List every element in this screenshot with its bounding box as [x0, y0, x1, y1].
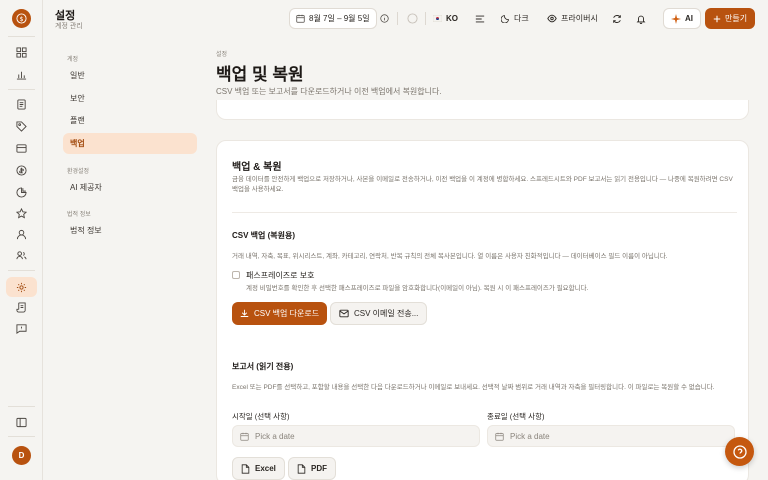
passphrase-description: 계정 비밀번호를 확인한 후 선택한 패스프레이즈로 파일을 암호화합니다(이메…	[246, 285, 589, 292]
end-date-picker[interactable]: Pick a date	[487, 425, 735, 447]
report-section-description: Excel 또는 PDF를 선택하고, 포함할 내용을 선택한 다음 다운로드하…	[232, 384, 715, 391]
end-date-label: 종료일 (선택 사항)	[487, 412, 545, 421]
archive-icon[interactable]	[13, 140, 30, 157]
date-range-button[interactable]: 8월 7일 – 9월 5일	[289, 8, 377, 29]
chat-bubble-icon[interactable]	[13, 320, 30, 337]
start-date-placeholder: Pick a date	[255, 431, 295, 441]
rail-divider	[8, 436, 35, 437]
toolbar-divider	[397, 12, 398, 25]
section-divider	[232, 212, 737, 213]
ai-button[interactable]: AI	[663, 8, 701, 29]
svg-text:$: $	[19, 15, 23, 23]
theme-label: 다크	[514, 14, 529, 23]
end-date-placeholder: Pick a date	[510, 431, 550, 441]
app-logo[interactable]: $	[12, 9, 31, 28]
download-icon	[240, 309, 249, 317]
users-icon[interactable]	[13, 247, 30, 264]
email-csv-button[interactable]: CSV 이메일 전송...	[330, 302, 428, 325]
download-csv-button[interactable]: CSV 백업 다운로드	[232, 302, 328, 325]
date-range-label: 8월 7일 – 9월 5일	[309, 14, 370, 23]
ai-label: AI	[685, 14, 693, 23]
top-bar: 설정 계정 관리 8월 7일 – 9월 5일 KO 다크 프라이버시 AI 만들…	[43, 0, 768, 38]
language-label: KO	[446, 14, 458, 23]
dollar-coin-icon: $	[16, 13, 27, 24]
language-selector[interactable]: KO	[433, 9, 458, 28]
settings-gear-icon[interactable]	[6, 277, 37, 297]
app-subtitle: 계정 관리	[55, 23, 83, 30]
document-icon[interactable]	[13, 96, 30, 113]
excel-button[interactable]: Excel	[232, 457, 285, 480]
previous-card-bottom	[216, 100, 749, 120]
subnav-group-account: 계정	[67, 57, 79, 63]
sparkle-icon	[671, 13, 681, 24]
create-button[interactable]: 만들기	[705, 8, 756, 29]
subnav-group-preferences: 환경설정	[67, 169, 90, 175]
calendar-icon	[495, 432, 504, 441]
page-title: 백업 및 복원	[216, 65, 304, 84]
settings-subnav: 계정 일반 보안 플랜 백업 환경설정 AI 제공자 법적 정보 법적 정보	[43, 38, 207, 480]
subnav-item-security[interactable]: 보안	[63, 88, 197, 109]
subnav-group-legal: 법적 정보	[67, 212, 91, 218]
bar-chart-icon[interactable]	[13, 66, 30, 83]
info-icon[interactable]	[380, 9, 389, 28]
user-icon[interactable]	[13, 226, 30, 243]
download-csv-label: CSV 백업 다운로드	[254, 309, 320, 318]
help-button[interactable]	[725, 437, 754, 466]
currency-icon[interactable]	[13, 162, 30, 179]
subnav-item-legal[interactable]: 법적 정보	[63, 220, 197, 241]
toolbar-divider	[425, 12, 426, 25]
icon-rail: $ D	[0, 0, 43, 480]
rail-divider	[8, 89, 35, 90]
calendar-icon	[296, 14, 305, 23]
email-csv-label: CSV 이메일 전송...	[354, 309, 419, 318]
backup-restore-card: 백업 & 복원 금융 데이터를 안전하게 백업으로 저장하거나, 사본을 이메일…	[216, 140, 749, 480]
subnav-item-backup[interactable]: 백업	[63, 133, 197, 154]
create-label: 만들기	[725, 14, 748, 23]
report-section-title: 보고서 (읽기 전용)	[232, 362, 294, 371]
privacy-label: 프라이버시	[561, 14, 598, 23]
text-align-icon[interactable]	[475, 9, 485, 28]
theme-toggle[interactable]: 다크	[501, 9, 529, 28]
scroll-icon[interactable]	[13, 299, 30, 316]
pdf-button[interactable]: PDF	[288, 457, 336, 480]
status-circle-icon[interactable]	[407, 9, 418, 28]
rail-divider	[8, 36, 35, 37]
card-title: 백업 & 복원	[232, 162, 282, 173]
subnav-item-general[interactable]: 일반	[63, 65, 197, 86]
start-date-label: 시작일 (선택 사항)	[232, 412, 290, 421]
subnav-item-plan[interactable]: 플랜	[63, 110, 197, 131]
passphrase-checkbox[interactable]	[232, 271, 240, 279]
subnav-item-ai-provider[interactable]: AI 제공자	[63, 177, 197, 198]
calendar-icon	[240, 432, 249, 441]
pdf-label: PDF	[311, 464, 327, 473]
excel-label: Excel	[255, 464, 276, 473]
csv-section-title: CSV 백업 (복원용)	[232, 231, 296, 240]
dashboard-icon[interactable]	[13, 44, 30, 61]
eye-icon	[547, 14, 557, 23]
privacy-toggle[interactable]: 프라이버시	[547, 9, 598, 28]
card-description: 금융 데이터를 안전하게 백업으로 저장하거나, 사본을 이메일로 전송하거나,…	[232, 176, 733, 193]
breadcrumb[interactable]: 설정	[216, 49, 227, 58]
avatar[interactable]: D	[12, 446, 31, 465]
start-date-picker[interactable]: Pick a date	[232, 425, 480, 447]
rail-divider	[8, 406, 35, 407]
rail-divider	[8, 270, 35, 271]
help-question-icon	[732, 444, 747, 459]
tag-icon[interactable]	[13, 118, 30, 135]
bell-icon[interactable]	[636, 9, 646, 28]
passphrase-label: 패스프레이즈로 보호	[246, 271, 315, 280]
mail-icon	[339, 309, 349, 318]
page-description: CSV 백업 또는 보고서를 다운로드하거나 이전 백업에서 복원합니다.	[216, 87, 442, 96]
file-icon	[297, 463, 306, 474]
star-icon[interactable]	[13, 205, 30, 222]
plus-icon	[713, 15, 721, 22]
pie-chart-icon[interactable]	[13, 184, 30, 201]
moon-icon	[501, 15, 509, 23]
file-icon	[241, 463, 250, 474]
refresh-icon[interactable]	[612, 9, 622, 28]
sidebar-toggle-icon[interactable]	[13, 414, 30, 431]
korea-flag-icon	[433, 15, 442, 22]
csv-section-description: 거래 내역, 자축, 목표, 위시리스트, 계좌, 카테고리, 연락처, 반복 …	[232, 253, 668, 260]
